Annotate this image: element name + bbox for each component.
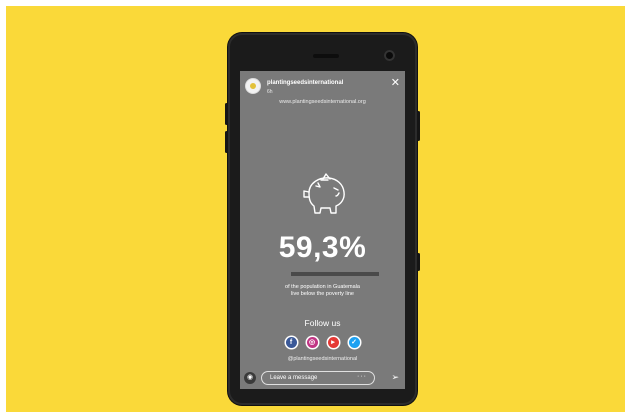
statistic-value: 59,3% (278, 231, 367, 264)
divider-bar (291, 272, 379, 276)
account-name[interactable]: plantingseedsinternational (267, 80, 343, 86)
avatar[interactable] (246, 79, 260, 93)
statistic-description: of the population in Guatemala live belo… (240, 284, 405, 298)
piggy-bank-icon (303, 173, 345, 214)
description-line-1: of the population in Guatemala (285, 284, 360, 290)
post-time: 6h (267, 89, 273, 95)
volume-up-button (225, 103, 228, 125)
front-camera (384, 50, 395, 61)
story-header: plantingseedsinternational 6h ✕ (244, 77, 401, 99)
power-button (417, 111, 420, 141)
story-screen: plantingseedsinternational 6h ✕ www.plan… (240, 71, 405, 389)
message-input[interactable]: Leave a message ··· (261, 371, 375, 385)
phone-device: plantingseedsinternational 6h ✕ www.plan… (225, 33, 420, 405)
volume-down-button (225, 131, 228, 153)
side-button (417, 253, 420, 271)
earpiece-speaker (313, 54, 339, 58)
description-line-2: live below the poverty line (291, 291, 354, 297)
instagram-icon[interactable]: ◎ (306, 337, 318, 348)
facebook-icon[interactable]: f (285, 337, 297, 348)
reply-bar: ◉ Leave a message ··· ➢ (240, 367, 405, 389)
twitter-icon[interactable]: ✓ (348, 337, 360, 348)
close-icon[interactable]: ✕ (391, 78, 400, 89)
follow-us-label: Follow us (304, 318, 341, 328)
yellow-background: plantingseedsinternational 6h ✕ www.plan… (6, 6, 625, 412)
more-options-icon[interactable]: ··· (357, 373, 367, 380)
youtube-icon[interactable]: ▸ (327, 337, 339, 348)
website-url[interactable]: www.plantingseedsinternational.org (240, 99, 405, 105)
message-placeholder: Leave a message (270, 375, 318, 381)
send-icon[interactable]: ➢ (391, 372, 399, 383)
social-handle[interactable]: @plantingseedsinternational (240, 356, 405, 362)
camera-icon[interactable]: ◉ (244, 372, 256, 384)
social-links: f ◎ ▸ ✓ (240, 337, 405, 348)
